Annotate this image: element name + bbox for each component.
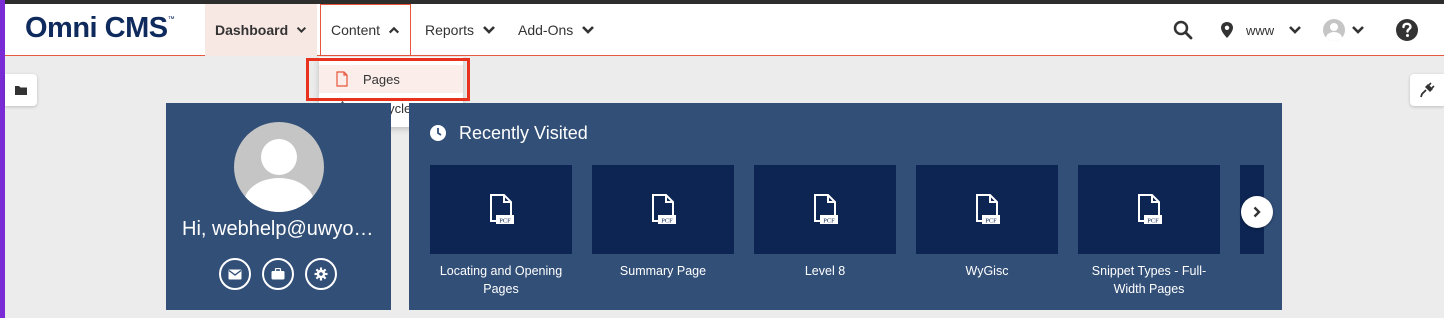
tile-thumbnail: PCF (430, 165, 572, 254)
svg-text:PCF: PCF (661, 217, 673, 224)
tile-thumbnail: PCF (916, 165, 1058, 254)
gear-icon (314, 267, 328, 281)
nav-add-ons-label: Add-Ons (518, 22, 574, 38)
chevron-right-icon (1253, 206, 1261, 218)
tile-label: Summary Page (619, 264, 707, 278)
omni-cms-logo[interactable]: Omni CMS™ (25, 12, 175, 45)
map-pin-icon (1221, 22, 1233, 38)
chevron-down-icon (582, 26, 595, 34)
pcf-file-icon: PCF (490, 193, 514, 224)
workflow-button[interactable] (262, 258, 294, 290)
recent-tile[interactable]: PCF Summary Page (592, 165, 734, 280)
nav-content[interactable]: Content (320, 4, 411, 56)
chevron-down-icon (483, 26, 495, 34)
help-icon[interactable] (1395, 18, 1419, 42)
pcf-file-icon: PCF (1138, 193, 1162, 224)
profile-avatar (234, 122, 324, 212)
recent-tile[interactable]: PCF WyGisc (916, 165, 1058, 280)
folder-icon (15, 86, 27, 95)
user-menu[interactable] (1323, 4, 1365, 56)
carousel-next-button[interactable] (1241, 196, 1273, 228)
nav-content-label: Content (331, 22, 381, 38)
messages-button[interactable] (219, 258, 251, 290)
nav-reports[interactable]: Reports (415, 4, 506, 56)
clock-icon (430, 125, 446, 141)
profile-card: Hi, webhelp@uwyo.edu (166, 103, 391, 310)
recent-tile[interactable]: PCF Level 8 (754, 165, 896, 280)
nav-reports-label: Reports (425, 22, 475, 38)
pcf-file-icon: PCF (976, 193, 1000, 224)
svg-text:PCF: PCF (1147, 217, 1159, 224)
tile-label: Snippet Types - Full-Width Pages (1091, 264, 1207, 296)
recent-tiles-track: PCF Locating and Opening Pages PCF Summa… (430, 165, 1264, 310)
tile-thumbnail: PCF (754, 165, 896, 254)
recently-visited-panel: Recently Visited PCF Locating and Openin… (409, 103, 1282, 310)
tile-label: Locating and Opening Pages (439, 264, 563, 296)
pcf-file-icon: PCF (814, 193, 838, 224)
recent-tile[interactable]: PCF Snippet Types - Full-Width Pages (1078, 165, 1220, 298)
nav-add-ons[interactable]: Add-Ons (508, 4, 605, 56)
pages-highlight-box (306, 58, 470, 101)
nav-dashboard-label: Dashboard (215, 22, 289, 38)
site-selector[interactable]: www (1220, 4, 1302, 56)
briefcase-icon (271, 268, 285, 280)
recent-tile[interactable]: PCF Locating and Opening Pages (430, 165, 572, 298)
tile-thumbnail: PCF (592, 165, 734, 254)
pcf-file-icon: PCF (652, 193, 676, 224)
gadgets-tab[interactable] (1410, 74, 1444, 106)
site-selector-label: www (1246, 22, 1275, 38)
chevron-down-icon (1289, 26, 1302, 34)
tile-label: Level 8 (804, 264, 846, 278)
chevron-up-icon (388, 26, 400, 34)
recently-visited-title: Recently Visited (459, 123, 588, 143)
top-navbar: Omni CMS™ Dashboard Content Reports Add-… (5, 4, 1444, 56)
svg-text:PCF: PCF (985, 217, 997, 224)
user-avatar (1323, 19, 1345, 41)
file-browser-tab[interactable] (5, 74, 37, 106)
settings-button[interactable] (305, 258, 337, 290)
envelope-icon (228, 269, 242, 279)
tile-label: ... (1240, 262, 1264, 280)
chevron-down-icon (1352, 26, 1364, 34)
nav-dashboard[interactable]: Dashboard (205, 4, 317, 56)
plug-icon (1420, 82, 1435, 98)
tile-label: WyGisc (965, 264, 1009, 278)
search-icon[interactable] (1173, 20, 1193, 40)
svg-text:PCF: PCF (499, 217, 511, 224)
chevron-down-icon (296, 26, 307, 33)
tile-thumbnail: PCF (1078, 165, 1220, 254)
profile-greeting: Hi, webhelp@uwyo.edu (182, 218, 391, 240)
svg-text:PCF: PCF (823, 217, 835, 224)
